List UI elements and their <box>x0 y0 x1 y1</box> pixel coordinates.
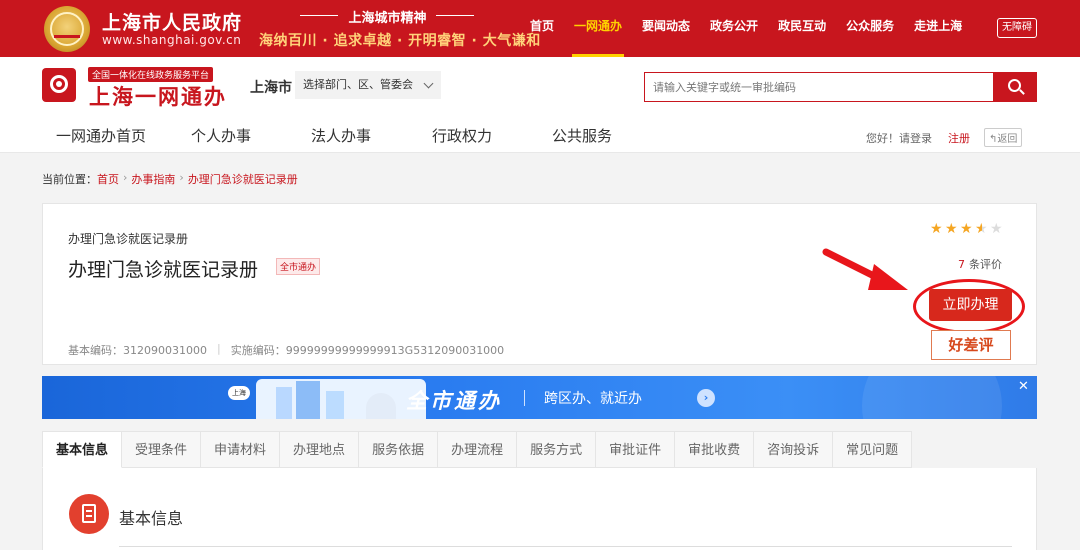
gov-url: www.shanghai.gov.cn <box>102 33 242 47</box>
location-pin-icon: 上海 <box>228 386 250 400</box>
code-separator: | <box>216 342 221 355</box>
review-count-number: 7 <box>958 258 965 271</box>
star-half-icon: ★ <box>975 221 988 237</box>
breadcrumb-current[interactable]: 办理门急诊就医记录册 <box>188 171 298 187</box>
top-nav-one-net[interactable]: 一网通办 <box>572 0 625 57</box>
document-icon <box>69 494 109 534</box>
rating-stars: ★ ★ ★ ★ ★ <box>930 222 1005 236</box>
search-button[interactable] <box>993 72 1037 102</box>
city-label: 上海市 <box>250 80 292 96</box>
accessibility-button[interactable]: 无障碍 <box>997 18 1037 38</box>
nav-personal[interactable]: 个人办事 <box>191 125 311 146</box>
star-icon: ★ <box>930 221 943 237</box>
search-input[interactable] <box>644 72 994 102</box>
tab-legal-basis[interactable]: 服务依据 <box>359 431 439 468</box>
tab-faq[interactable]: 常见问题 <box>833 431 913 468</box>
top-bar: 上海市人民政府 www.shanghai.gov.cn 上海城市精神 海纳百川 … <box>0 0 1080 57</box>
nav-one-net-home[interactable]: 一网通办首页 <box>56 125 191 146</box>
banner-divider <box>524 390 525 406</box>
tab-fees[interactable]: 审批收费 <box>675 431 755 468</box>
chevron-down-icon <box>423 78 434 89</box>
breadcrumb-home[interactable]: 首页 <box>97 171 119 187</box>
tab-certificates[interactable]: 审批证件 <box>596 431 676 468</box>
service-title: 办理门急诊就医记录册 <box>68 259 259 281</box>
top-nav-interaction[interactable]: 政民互动 <box>778 0 826 57</box>
platform-badge: 全国一体化在线政务服务平台 <box>88 67 214 82</box>
detail-tabs: 基本信息 受理条件 申请材料 办理地点 服务依据 办理流程 服务方式 审批证件 … <box>42 431 1037 469</box>
annotation-arrow-icon <box>822 248 908 290</box>
brand-name[interactable]: 上海一网通办 <box>89 81 227 111</box>
rate-service-button[interactable]: 好差评 <box>931 330 1011 360</box>
login-link[interactable]: 您好！请登录 <box>866 130 932 146</box>
banner-subtitle: 跨区办、就近办 <box>544 391 642 407</box>
top-nav-public-service[interactable]: 公众服务 <box>846 0 894 57</box>
nav-admin-power[interactable]: 行政权力 <box>432 125 552 146</box>
gov-name: 上海市人民政府 <box>102 12 243 34</box>
basic-info-table <box>119 546 1012 550</box>
department-select[interactable]: 选择部门、区、管委会 <box>295 71 441 99</box>
department-select-label: 选择部门、区、管委会 <box>303 78 413 91</box>
close-icon[interactable]: ✕ <box>1018 379 1029 394</box>
breadcrumb-guide[interactable]: 办事指南 <box>131 171 175 187</box>
tab-service-method[interactable]: 服务方式 <box>517 431 597 468</box>
chevron-right-icon[interactable]: › <box>697 389 715 407</box>
service-subtitle: 办理门急诊就医记录册 <box>68 232 189 246</box>
top-nav-home[interactable]: 首页 <box>530 0 554 57</box>
city-spirit-title: 上海城市精神 <box>348 11 427 26</box>
shanghai-emblem-icon <box>44 6 90 52</box>
city-illustration <box>256 379 426 419</box>
section-title: 基本信息 <box>119 509 184 528</box>
tab-locations[interactable]: 办理地点 <box>280 431 360 468</box>
one-net-logo-icon[interactable] <box>42 68 76 102</box>
main-nav: 一网通办首页 个人办事 法人办事 行政权力 公共服务 <box>56 125 652 146</box>
tab-acceptance-conditions[interactable]: 受理条件 <box>122 431 202 468</box>
star-empty-icon: ★ <box>990 221 1003 237</box>
top-nav-about-shanghai[interactable]: 走进上海 <box>914 0 962 57</box>
breadcrumb: 当前位置： 首页 › 办事指南 › 办理门急诊就医记录册 <box>42 171 298 187</box>
city-spirit-text: 海纳百川 · 追求卓越 · 开明睿智 · 大气谦和 <box>259 33 541 49</box>
impl-code: 实施编码：99999999999999913G5312090031000 <box>230 344 505 357</box>
banner-title: 全市通办 <box>406 389 502 413</box>
breadcrumb-label: 当前位置： <box>42 173 97 186</box>
star-icon: ★ <box>960 221 973 237</box>
tab-consult-complaint[interactable]: 咨询投诉 <box>754 431 834 468</box>
site-header: 全国一体化在线政务服务平台 上海一网通办 上海市 选择部门、区、管委会 一网通办… <box>0 57 1080 153</box>
star-icon: ★ <box>945 221 958 237</box>
basic-info-panel: 基本信息 <box>42 468 1037 550</box>
top-nav-gov-open[interactable]: 政务公开 <box>710 0 758 57</box>
citywide-tag: 全市通办 <box>276 258 321 275</box>
tab-process[interactable]: 办理流程 <box>438 431 518 468</box>
service-codes: 基本编码：312090031000 | 实施编码：999999999999999… <box>68 342 504 358</box>
top-nav-news[interactable]: 要闻动态 <box>642 0 690 57</box>
back-button-label: 返回 <box>997 134 1018 145</box>
top-nav: 首页 一网通办 要闻动态 政务公开 政民互动 公众服务 走进上海 <box>530 0 982 57</box>
banner-decoration <box>862 376 1002 419</box>
login-area: 您好！请登录 注册 ↰返回 <box>866 128 1023 147</box>
apply-now-button[interactable]: 立即办理 <box>929 289 1012 321</box>
citywide-banner[interactable]: 上海 全市通办 跨区办、就近办 › ✕ <box>42 376 1037 419</box>
nav-public-service[interactable]: 公共服务 <box>552 125 652 146</box>
base-code: 基本编码：312090031000 <box>68 344 207 357</box>
tab-materials[interactable]: 申请材料 <box>201 431 281 468</box>
breadcrumb-separator: › <box>123 171 128 184</box>
spirit-line-right <box>436 15 474 16</box>
nav-legal-entity[interactable]: 法人办事 <box>311 125 432 146</box>
review-count[interactable]: 7 条评价 <box>958 256 1002 272</box>
back-button[interactable]: ↰返回 <box>984 128 1023 147</box>
register-link[interactable]: 注册 <box>948 130 970 146</box>
tab-basic-info[interactable]: 基本信息 <box>42 431 123 468</box>
location-pin-label: 上海 <box>232 389 246 397</box>
breadcrumb-separator: › <box>179 171 184 184</box>
review-count-suffix: 条评价 <box>969 258 1002 271</box>
